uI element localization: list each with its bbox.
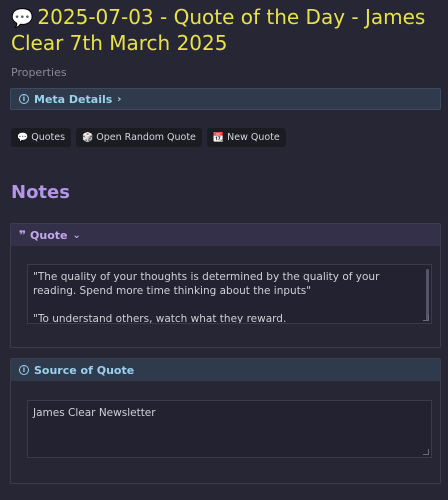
notes-heading: Notes (11, 182, 70, 203)
quote-callout: ❞ Quote ⌄ "The quality of your thoughts … (10, 223, 441, 348)
dice-icon: 🎲 (82, 132, 94, 143)
source-textarea[interactable]: James Clear Newsletter (27, 400, 432, 458)
speech-bubble-icon: 💬 (17, 132, 29, 143)
page-title: 💬 2025-07-03 - Quote of the Day - James C… (11, 5, 441, 56)
resize-handle-icon[interactable] (423, 449, 429, 455)
source-callout-label: Source of Quote (34, 363, 135, 377)
quotes-button[interactable]: 💬 Quotes (11, 128, 72, 147)
info-icon: i (19, 365, 29, 375)
quote-callout-label: Quote (30, 228, 68, 242)
action-buttons: 💬 Quotes 🎲 Open Random Quote 📆 New Quote (11, 128, 286, 147)
source-callout-header[interactable]: i Source of Quote (11, 359, 440, 381)
scrollbar[interactable] (426, 269, 429, 321)
new-quote-button[interactable]: 📆 New Quote (206, 128, 286, 147)
meta-details-label: Meta Details (34, 92, 113, 106)
source-value: James Clear Newsletter (33, 407, 156, 419)
calendar-icon: 📆 (212, 132, 225, 143)
properties-label: Properties (11, 66, 67, 79)
page-title-text: 2025-07-03 - Quote of the Day - James Cl… (11, 5, 426, 55)
meta-details-toggle[interactable]: i Meta Details › (10, 88, 441, 110)
quote-line: "To understand others, watch what they r… (33, 313, 287, 324)
quote-textarea[interactable]: "The quality of your thoughts is determi… (27, 264, 432, 324)
open-random-quote-label: Open Random Quote (96, 132, 196, 143)
info-icon: i (19, 94, 29, 104)
speech-bubble-icon: 💬 (11, 8, 34, 29)
resize-handle-icon[interactable] (423, 315, 429, 321)
quote-line: "The quality of your thoughts is determi… (33, 271, 380, 297)
source-callout: i Source of Quote James Clear Newsletter (10, 358, 441, 484)
new-quote-label: New Quote (227, 132, 280, 143)
quote-mark-icon: ❞ (19, 228, 27, 242)
quote-callout-header[interactable]: ❞ Quote ⌄ (11, 224, 440, 246)
open-random-quote-button[interactable]: 🎲 Open Random Quote (76, 128, 202, 147)
quotes-button-label: Quotes (31, 132, 66, 143)
chevron-down-icon: ⌄ (72, 229, 81, 241)
chevron-right-icon: › (117, 93, 122, 105)
